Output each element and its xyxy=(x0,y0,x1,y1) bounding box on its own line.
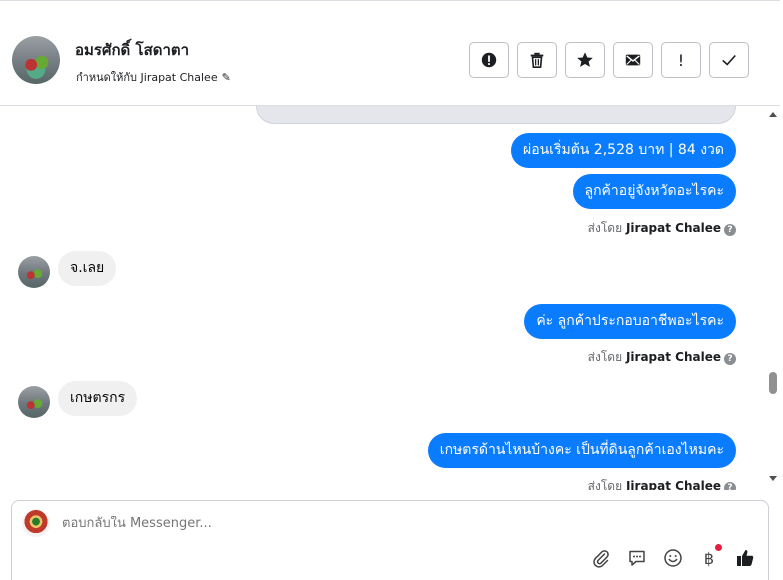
report-spam-button[interactable] xyxy=(469,42,509,78)
incoming-message[interactable]: จ.เลย xyxy=(58,251,117,286)
pencil-icon[interactable]: ✎ xyxy=(222,71,231,84)
outgoing-message[interactable]: ค่ะ ลูกค้าประกอบอาชีพอะไรคะ xyxy=(524,304,736,339)
help-icon[interactable]: ? xyxy=(724,482,736,490)
composer-toolbar: ฿ xyxy=(590,544,756,569)
payment-button[interactable]: ฿ xyxy=(698,544,722,569)
chat-icon xyxy=(629,550,645,566)
assigned-to-text: กำหนดให้กับ Jirapat Chalee xyxy=(76,71,218,84)
scrollbar-thumb[interactable] xyxy=(769,372,777,394)
star-button[interactable] xyxy=(565,42,605,78)
reply-input[interactable] xyxy=(62,516,562,531)
mark-done-button[interactable] xyxy=(709,42,749,78)
help-icon[interactable]: ? xyxy=(724,224,736,236)
exclamation-icon: ! xyxy=(677,50,685,70)
scroll-down-arrow-icon[interactable] xyxy=(769,476,777,481)
report-icon xyxy=(481,52,497,68)
contact-name[interactable]: อมรศักดิ์ โสดาตา xyxy=(75,38,189,62)
sent-by-label: ส่งโดย Jirapat Chalee? xyxy=(588,348,736,367)
image-attachment[interactable] xyxy=(256,106,736,124)
reply-composer: ฿ xyxy=(11,500,769,580)
sent-by-prefix: ส่งโดย xyxy=(587,350,623,364)
contact-avatar-small[interactable] xyxy=(18,386,50,418)
page-avatar xyxy=(22,509,50,537)
message-list[interactable]: ผ่อนเริ่มต้น 2,528 บาท | 84 งวด ลูกค้าอย… xyxy=(0,106,764,490)
sent-by-label: ส่งโดย Jirapat Chalee? xyxy=(588,477,736,490)
thread-actions: ! xyxy=(469,42,749,78)
saved-replies-button[interactable] xyxy=(626,547,648,569)
sent-by-agent: Jirapat Chalee xyxy=(625,479,721,490)
paperclip-icon xyxy=(593,550,609,568)
scroll-up-arrow-icon[interactable] xyxy=(769,112,777,117)
notification-dot xyxy=(715,544,722,551)
incoming-message[interactable]: เกษตรกร xyxy=(58,381,138,416)
assignment-label[interactable]: กำหนดให้กับ Jirapat Chalee ✎ xyxy=(76,68,231,86)
contact-avatar[interactable] xyxy=(12,36,60,84)
check-icon xyxy=(722,54,736,66)
delete-button[interactable] xyxy=(517,42,557,78)
sent-by-prefix: ส่งโดย xyxy=(587,221,623,235)
mail-icon xyxy=(625,54,641,66)
outgoing-message[interactable]: เกษตรด้านไหนบ้างคะ เป็นที่ดินลูกค้าเองไห… xyxy=(427,433,736,468)
like-button[interactable] xyxy=(734,547,756,569)
sent-by-prefix: ส่งโดย xyxy=(587,479,623,490)
help-icon[interactable]: ? xyxy=(724,353,736,365)
attach-button[interactable] xyxy=(590,547,612,569)
trash-icon xyxy=(530,52,544,69)
sent-by-agent: Jirapat Chalee xyxy=(625,350,721,364)
messenger-inbox-thread: อมรศักดิ์ โสดาตา กำหนดให้กับ Jirapat Cha… xyxy=(0,0,783,580)
sent-by-label: ส่งโดย Jirapat Chalee? xyxy=(588,219,736,238)
sent-by-agent: Jirapat Chalee xyxy=(625,221,721,235)
emoji-button[interactable] xyxy=(662,547,684,569)
outgoing-message[interactable]: ผ่อนเริ่มต้น 2,528 บาท | 84 งวด xyxy=(510,133,736,168)
star-icon xyxy=(577,52,593,67)
contact-avatar-small[interactable] xyxy=(18,256,50,288)
thread-header: อมรศักดิ์ โสดาตา กำหนดให้กับ Jirapat Cha… xyxy=(0,0,780,106)
emoji-icon xyxy=(664,549,682,567)
thumbs-up-icon xyxy=(737,550,754,566)
outgoing-message[interactable]: ลูกค้าอยู่จังหวัดอะไรคะ xyxy=(572,174,736,209)
baht-icon: ฿ xyxy=(703,548,715,568)
message-scrollbar[interactable] xyxy=(764,106,783,490)
mark-unread-button[interactable] xyxy=(613,42,653,78)
follow-up-button[interactable]: ! xyxy=(661,42,701,78)
